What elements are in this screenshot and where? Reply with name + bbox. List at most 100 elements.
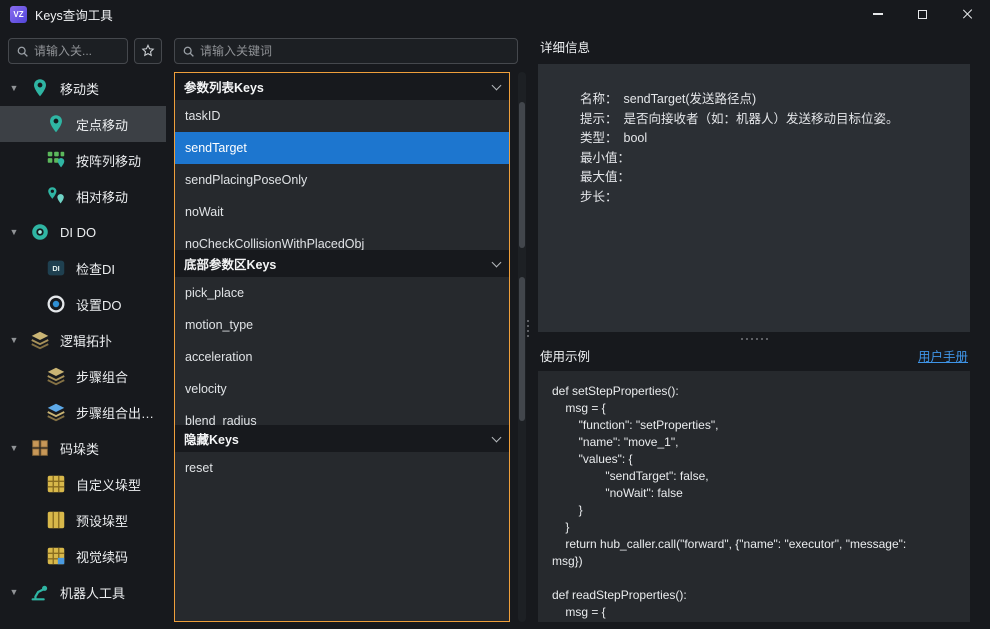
section-title: 隐藏Keys [184,429,239,448]
key-item[interactable]: noCheckCollisionWithPlacedObj [175,228,509,250]
sidebar-item-step-group-out[interactable]: 步骤组合出… [0,394,166,430]
minimize-icon [873,13,883,14]
chevron-down-icon[interactable]: ▼ [8,443,20,453]
sidebar-item-array-move[interactable]: 按阵列移动 [0,142,166,178]
detail-field-hint: 提示： 是否向接收者（如：机器人）发送移动目标位姿。 [580,110,958,130]
field-value: bool [624,129,648,149]
maximize-icon [918,10,927,19]
scrollbar-thumb[interactable] [519,102,525,248]
location-pin-icon [44,112,68,136]
sidebar-item-label: 步骤组合出… [76,403,154,422]
key-item[interactable]: reset [175,452,509,484]
section-header-bottom-parameter-keys[interactable]: 底部参数区Keys [175,250,509,277]
chevron-down-icon[interactable]: ▼ [8,83,20,93]
check-di-icon: DI [44,256,68,280]
chevron-down-icon[interactable]: ▼ [8,227,20,237]
favorites-button[interactable] [134,38,162,64]
example-code: def setStepProperties(): msg = { "functi… [538,371,970,622]
key-item[interactable]: motion_type [175,309,509,341]
chevron-down-icon [492,432,502,442]
close-button[interactable] [945,0,990,28]
chevron-down-icon[interactable]: ▼ [8,335,20,345]
user-manual-link[interactable]: 用户手册 [918,346,968,365]
section-items: pick_place motion_type acceleration velo… [175,277,509,425]
sidebar-group-move[interactable]: ▼ 移动类 [0,70,166,106]
preset-pallet-icon [44,508,68,532]
sidebar-item-preset-pallet[interactable]: 预设垛型 [0,502,166,538]
field-label: 步长： [580,188,618,208]
window-controls [855,0,990,28]
double-pin-icon [44,184,68,208]
svg-text:DI: DI [52,264,59,273]
layers-icon [44,364,68,388]
detail-field-name: 名称： sendTarget(发送路径点) [580,90,958,110]
layers-icon [28,328,52,352]
keys-list: 参数列表Keys taskID sendTarget sendPlacingPo… [174,72,510,622]
grid-array-icon [44,148,68,172]
window-title: Keys查询工具 [35,5,113,24]
detail-field-type: 类型： bool [580,129,958,149]
details-title: 详细信息 [540,40,970,56]
key-item[interactable]: noWait [175,196,509,228]
chevron-down-icon[interactable]: ▼ [8,587,20,597]
keys-scrollbar[interactable] [518,72,526,622]
sidebar-item-custom-pallet[interactable]: 自定义垛型 [0,466,166,502]
detail-field-max: 最大值： [580,168,958,188]
sidebar-search-input[interactable] [34,44,120,58]
sidebar-item-step-group[interactable]: 步骤组合 [0,358,166,394]
section-header-hidden-keys[interactable]: 隐藏Keys [175,425,509,452]
key-item-selected[interactable]: sendTarget [175,132,509,164]
section-header-parameter-keys[interactable]: 参数列表Keys [175,73,509,100]
key-item[interactable]: acceleration [175,341,509,373]
sidebar-group-palletizing[interactable]: ▼ 码垛类 [0,430,166,466]
field-label: 名称： [580,90,618,110]
sidebar-item-label: 步骤组合 [76,367,128,386]
sidebar-item-vision-pallet[interactable]: 视觉续码 [0,538,166,574]
maximize-button[interactable] [900,0,945,28]
detail-field-min: 最小值： [580,149,958,169]
keys-search-input[interactable] [200,44,510,58]
key-item[interactable]: taskID [175,100,509,132]
sidebar-group-dido[interactable]: ▼ DI DO [0,214,166,250]
key-item[interactable]: blend_radius [175,405,509,425]
custom-pallet-icon [44,472,68,496]
section-items: taskID sendTarget sendPlacingPoseOnly no… [175,100,509,250]
minimize-button[interactable] [855,0,900,28]
sidebar-item-check-di[interactable]: DI 检查DI [0,250,166,286]
search-icon [16,45,29,58]
sidebar-group-label: 逻辑拓扑 [60,331,112,350]
sidebar-group-logic-topology[interactable]: ▼ 逻辑拓扑 [0,322,166,358]
keys-search[interactable] [174,38,518,64]
detail-field-step: 步长： [580,188,958,208]
titlebar: VZ Keys查询工具 [0,0,990,28]
horizontal-splitter-handle[interactable] [538,332,970,346]
location-pin-icon [28,76,52,100]
vertical-splitter-handle[interactable] [527,320,529,337]
pallet-boxes-icon [28,436,52,460]
star-icon [141,44,155,58]
sidebar-item-label: 设置DO [76,295,122,314]
detail-panel: 详细信息 名称： sendTarget(发送路径点) 提示： 是否向接收者（如：… [530,28,990,629]
vision-pallet-icon [44,544,68,568]
close-icon [962,8,974,20]
key-item[interactable]: sendPlacingPoseOnly [175,164,509,196]
sidebar-item-fixed-point-move[interactable]: 定点移动 [0,106,166,142]
sidebar-search[interactable] [8,38,128,64]
field-label: 最大值： [580,168,630,188]
sidebar-group-label: DI DO [60,225,96,240]
sidebar-item-label: 预设垛型 [76,511,128,530]
robot-arm-icon [28,580,52,604]
section-items: reset [175,452,509,621]
key-item[interactable]: velocity [175,373,509,405]
set-do-icon [44,292,68,316]
sidebar-group-label: 机器人工具 [60,583,125,602]
scrollbar-thumb[interactable] [519,277,525,421]
section-title: 参数列表Keys [184,77,264,96]
sidebar-item-relative-move[interactable]: 相对移动 [0,178,166,214]
sidebar-item-set-do[interactable]: 设置DO [0,286,166,322]
key-item[interactable]: pick_place [175,277,509,309]
sidebar-group-label: 码垛类 [60,439,99,458]
sidebar-toolbar [0,28,166,70]
sidebar-group-label: 移动类 [60,79,99,98]
sidebar-group-robot-tools[interactable]: ▼ 机器人工具 [0,574,166,610]
